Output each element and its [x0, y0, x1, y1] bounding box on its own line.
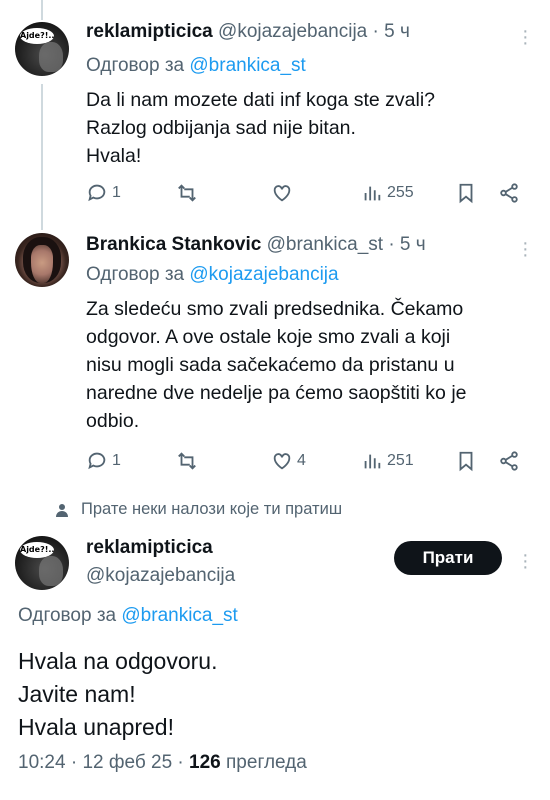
- share-icon: [500, 451, 518, 471]
- reply-icon: [88, 184, 106, 202]
- person-icon: [56, 503, 68, 517]
- like-button[interactable]: 4: [271, 450, 306, 472]
- replying-to: Одговор за @brankica_st: [86, 55, 306, 77]
- post-date[interactable]: 12 феб 25: [82, 752, 172, 773]
- tweet-text-line: odbio.: [86, 410, 140, 432]
- reply-to-link[interactable]: @brankica_st: [121, 605, 237, 626]
- user-handle[interactable]: @brankica_st: [267, 234, 383, 255]
- replying-to: Одговор за @brankica_st: [18, 605, 238, 627]
- views-bar-chart-icon: [364, 186, 381, 201]
- replying-to: Одговор за @kojazajebancija: [86, 264, 339, 286]
- reply-icon: [88, 452, 106, 470]
- heart-icon: [273, 185, 291, 202]
- like-button[interactable]: [271, 182, 293, 204]
- tweet-header: Brankica Stankovic @brankica_st · 5 ч: [86, 234, 426, 256]
- tweet-text-line: naredne dve nedelje pa ćemo saopštiti ko…: [86, 382, 467, 404]
- avatar[interactable]: Ajde?!..: [15, 22, 69, 76]
- tweet-text-line: nisu mogli sada sačekaćemo da pristanu u: [86, 354, 455, 376]
- post-time[interactable]: 10:24: [18, 752, 66, 773]
- reply-prefix: Одговор за: [18, 605, 117, 626]
- views-count: 251: [387, 452, 414, 469]
- bookmark-button[interactable]: [455, 182, 477, 204]
- tweet-text-line: Hvala!: [86, 145, 142, 167]
- display-name[interactable]: reklamipticica: [86, 537, 213, 559]
- timestamp[interactable]: · 5 ч: [388, 234, 425, 255]
- views-button[interactable]: 251: [361, 450, 414, 472]
- timestamp[interactable]: · 5 ч: [373, 21, 410, 42]
- tweet-meta: 10:24 · 12 феб 25 · 126 прегледа: [18, 752, 307, 774]
- heart-icon: [273, 453, 291, 470]
- share-icon: [500, 183, 518, 203]
- social-context: Прате неки налози које ти пратиш: [55, 500, 342, 519]
- views-count: 126: [189, 752, 221, 773]
- tweet-text-line: Za sledeću smo zvali predsednika. Čekamo: [86, 298, 464, 320]
- avatar-figure: [39, 42, 63, 72]
- reply-button[interactable]: 1: [86, 182, 121, 204]
- main-tweet-text: Hvala na odgovoru. Javite nam! Hvala una…: [18, 645, 518, 744]
- retweet-button[interactable]: [176, 182, 198, 204]
- tweet-actions: 1 4 251: [86, 450, 526, 476]
- tweet-text: Da li nam mozete dati inf koga ste zvali…: [86, 86, 526, 170]
- reply-button[interactable]: 1: [86, 450, 121, 472]
- reply-prefix: Одговор за: [86, 264, 185, 285]
- retweet-button[interactable]: [176, 450, 198, 472]
- bookmark-button[interactable]: [455, 450, 477, 472]
- tweet-header: reklamipticica @kojazajebancija · 5 ч: [86, 21, 410, 43]
- tweet-text-line: Hvala na odgovoru.: [18, 648, 218, 674]
- follow-button[interactable]: Прати: [394, 541, 502, 575]
- reply-count: 1: [112, 184, 121, 201]
- share-button[interactable]: [498, 182, 520, 204]
- tweet-2[interactable]: Brankica Stankovic @brankica_st · 5 ч · ·…: [0, 228, 550, 490]
- more-options-icon[interactable]: · · ·: [522, 21, 529, 53]
- reply-to-link[interactable]: @kojazajebancija: [189, 264, 338, 285]
- bookmark-icon: [459, 451, 473, 472]
- more-options-icon[interactable]: · · ·: [522, 233, 529, 265]
- like-count: 4: [297, 452, 306, 469]
- views-button[interactable]: 255: [361, 182, 414, 204]
- more-options-icon[interactable]: · · ·: [522, 545, 529, 577]
- avatar-figure: [23, 237, 61, 283]
- views-bar-chart-icon: [364, 454, 381, 469]
- user-handle[interactable]: @kojazajebancija: [218, 21, 367, 42]
- tweet-text-line: Hvala unapred!: [18, 714, 174, 740]
- avatar-figure: [39, 556, 63, 586]
- views-label: прегледа: [226, 752, 307, 773]
- reply-count: 1: [112, 452, 121, 469]
- tweet-text-line: Javite nam!: [18, 681, 136, 707]
- views-count: 255: [387, 184, 414, 201]
- share-button[interactable]: [498, 450, 520, 472]
- avatar[interactable]: [15, 233, 69, 287]
- tweet-actions: 1 255: [86, 182, 526, 208]
- display-name[interactable]: Brankica Stankovic: [86, 234, 261, 255]
- tweet-text-line: Da li nam mozete dati inf koga ste zvali…: [86, 89, 436, 111]
- tweet-text-line: odgovor. A ove ostale koje smo zvali a k…: [86, 326, 451, 348]
- tweet-text-line: Razlog odbijanja sad nije bitan.: [86, 117, 356, 139]
- social-context-text: Прате неки налози које ти пратиш: [81, 500, 343, 518]
- retweet-icon: [178, 184, 196, 202]
- avatar[interactable]: Ajde?!..: [15, 536, 69, 590]
- user-handle[interactable]: @kojazajebancija: [86, 565, 235, 587]
- display-name[interactable]: reklamipticica: [86, 21, 213, 42]
- reply-to-link[interactable]: @brankica_st: [189, 55, 305, 76]
- retweet-icon: [178, 452, 196, 470]
- tweet-text: Za sledeću smo zvali predsednika. Čekamo…: [86, 295, 526, 435]
- separator: ·: [177, 752, 190, 773]
- separator: ·: [70, 752, 83, 773]
- reply-prefix: Одговор за: [86, 55, 185, 76]
- tweet-1[interactable]: Ajde?!.. reklamipticica @kojazajebancija…: [0, 0, 550, 225]
- bookmark-icon: [459, 183, 473, 204]
